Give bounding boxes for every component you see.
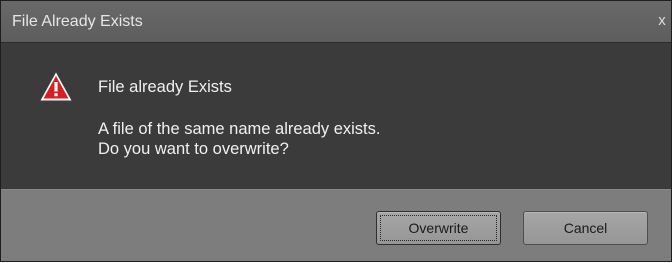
close-icon[interactable]: x	[655, 13, 669, 29]
message-line-1: A file of the same name already exists.	[98, 120, 381, 138]
overwrite-button[interactable]: Overwrite	[376, 211, 501, 245]
dialog-button-bar: Overwrite Cancel	[1, 189, 671, 261]
message-line-2: Do you want to overwrite?	[98, 140, 289, 158]
cancel-button-label: Cancel	[563, 220, 608, 236]
overwrite-button-label: Overwrite	[408, 220, 469, 236]
dialog-message: A file of the same name already exists. …	[98, 119, 380, 159]
dialog-titlebar[interactable]: File Already Exists x	[1, 1, 671, 43]
file-exists-dialog: File Already Exists x File already Exist…	[0, 0, 672, 262]
dialog-content: File already Exists A file of the same n…	[1, 44, 671, 189]
cancel-button[interactable]: Cancel	[523, 211, 648, 245]
dialog-heading: File already Exists	[98, 78, 232, 96]
warning-triangle-icon	[40, 72, 72, 101]
dialog-title: File Already Exists	[12, 13, 143, 30]
